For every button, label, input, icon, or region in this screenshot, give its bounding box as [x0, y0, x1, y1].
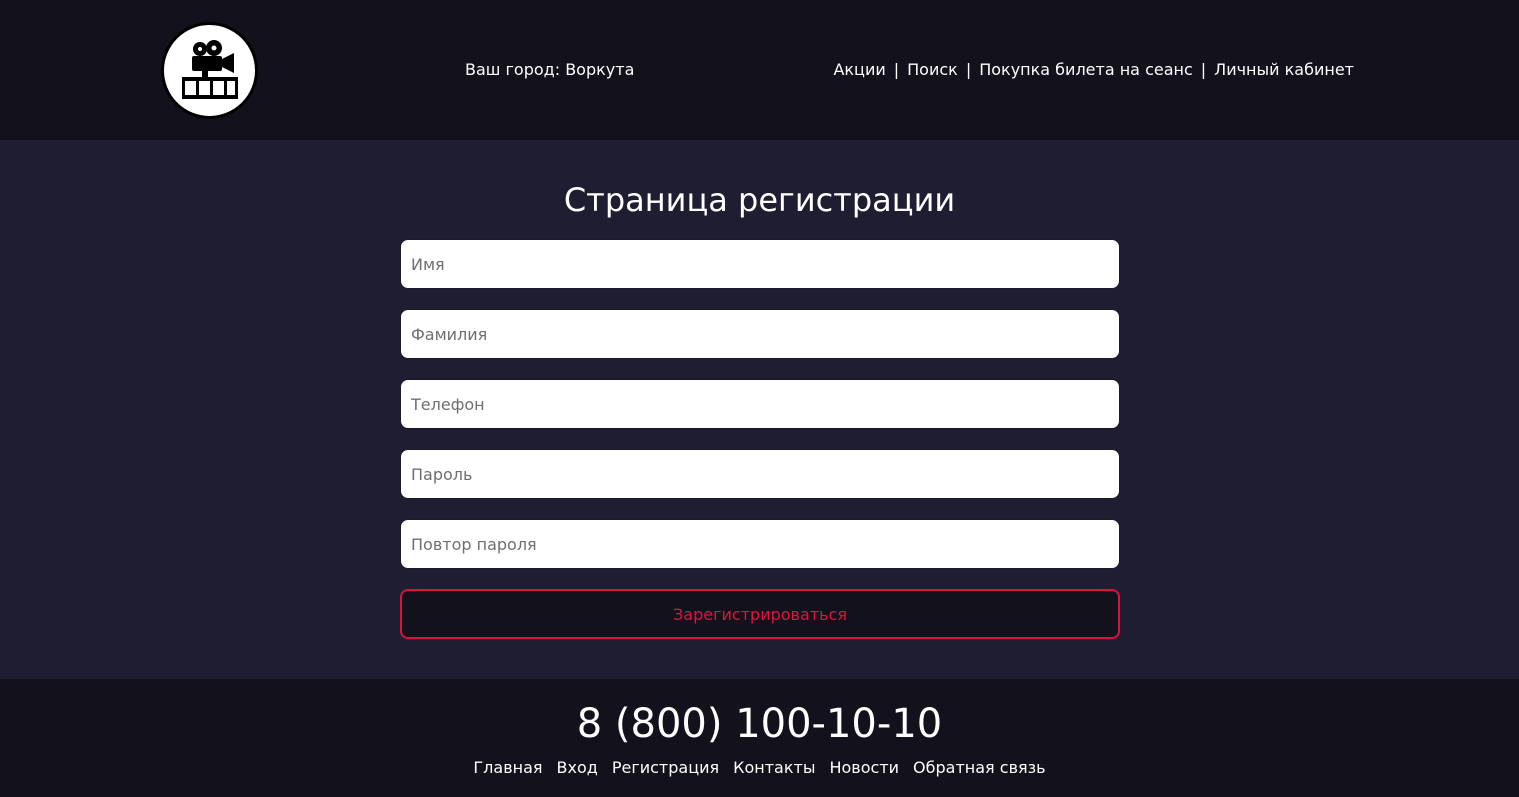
password-input[interactable] [400, 449, 1120, 499]
nav-separator: | [893, 60, 900, 79]
top-navigation: Акции | Поиск | Покупка билета на сеанс … [833, 59, 1354, 81]
nav-link-search[interactable]: Поиск [907, 59, 958, 81]
register-button[interactable]: Зарегистрироваться [400, 589, 1120, 639]
footer-link-news[interactable]: Новости [829, 757, 899, 779]
contact-phone: 8 (800) 100-10-10 [576, 701, 943, 747]
site-footer: 8 (800) 100-10-10 Главная Вход Регистрац… [0, 679, 1519, 797]
footer-link-home[interactable]: Главная [473, 757, 542, 779]
city-selector[interactable]: Ваш город: Воркута [465, 59, 634, 81]
footer-navigation: Главная Вход Регистрация Контакты Новост… [0, 757, 1519, 779]
footer-link-login[interactable]: Вход [557, 757, 598, 779]
nav-separator: | [965, 60, 972, 79]
nav-link-promotions[interactable]: Акции [833, 59, 885, 81]
last-name-input[interactable] [400, 309, 1120, 359]
logo[interactable] [161, 22, 258, 119]
page-title: Страница регистрации [563, 181, 956, 219]
film-camera-icon [181, 39, 238, 99]
footer-link-feedback[interactable]: Обратная связь [913, 757, 1046, 779]
password-repeat-input[interactable] [400, 519, 1120, 569]
nav-separator: | [1200, 60, 1207, 79]
phone-input[interactable] [400, 379, 1120, 429]
first-name-input[interactable] [400, 239, 1120, 289]
nav-link-buy-ticket[interactable]: Покупка билета на сеанс [979, 59, 1193, 81]
footer-link-registration[interactable]: Регистрация [612, 757, 719, 779]
nav-link-account[interactable]: Личный кабинет [1214, 59, 1354, 81]
registration-section: Страница регистрации Зарегистрироваться [0, 140, 1519, 679]
site-header: Ваш город: Воркута Акции | Поиск | Покуп… [0, 0, 1519, 140]
footer-link-contacts[interactable]: Контакты [733, 757, 815, 779]
